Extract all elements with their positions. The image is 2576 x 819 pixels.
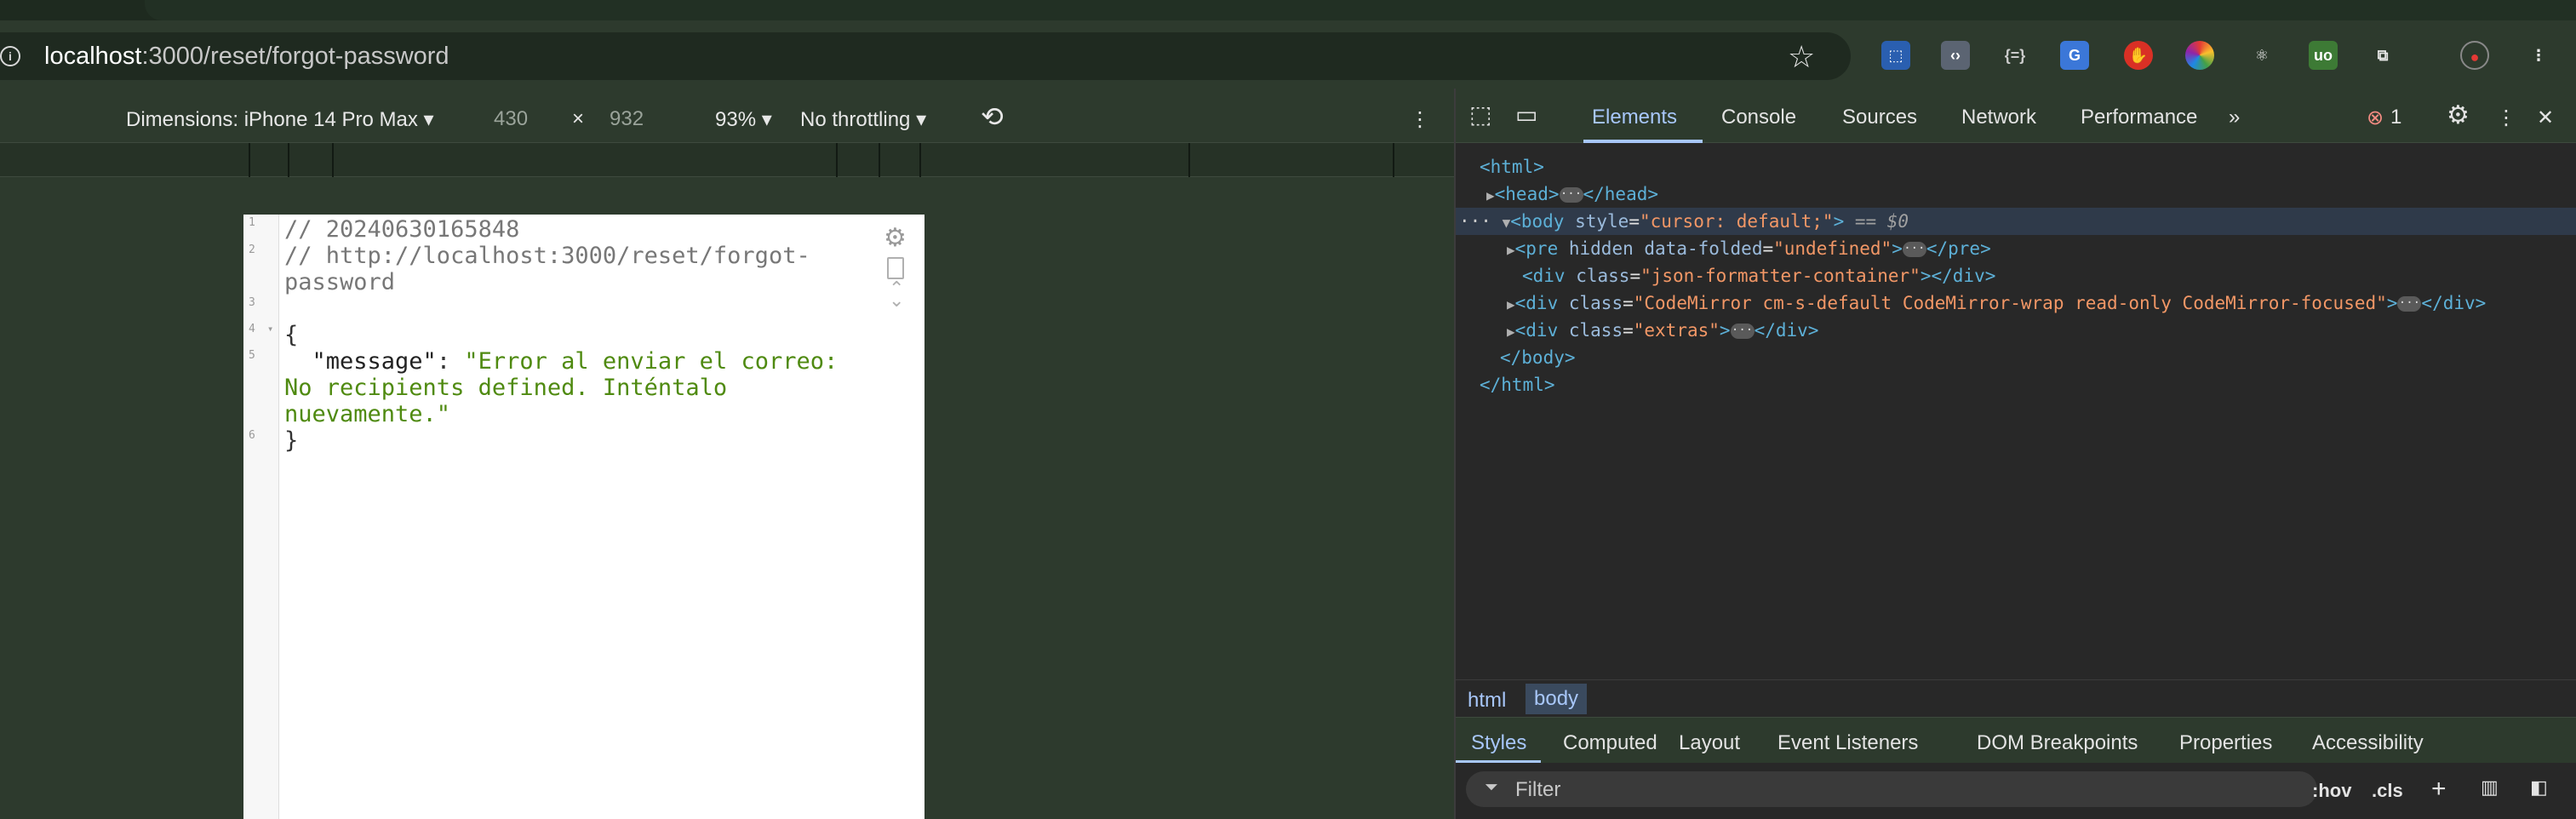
- dom-html-open[interactable]: <html>: [1480, 153, 1544, 180]
- dom-div-json-formatter[interactable]: <div class="json-formatter-container"></…: [1522, 262, 1995, 289]
- tab-accessibility[interactable]: Accessibility: [2312, 731, 2424, 755]
- dom-pre[interactable]: ▶<pre hidden data-folded="undefined">···…: [1507, 235, 1991, 262]
- settings-gear-icon[interactable]: ⚙: [2447, 100, 2470, 130]
- code-view-icon[interactable]: ‹›: [1941, 41, 1970, 70]
- bookmark-star-icon[interactable]: ☆: [1788, 39, 1815, 75]
- chrome-menu-icon[interactable]: ⋮: [2524, 41, 2553, 70]
- hov-toggle[interactable]: :hov: [2312, 780, 2351, 802]
- filter-input[interactable]: ⏷ Filter: [1466, 771, 2317, 807]
- tab-strip: [0, 0, 2576, 20]
- height-input[interactable]: 932: [610, 107, 644, 131]
- breadcrumb-body[interactable]: body: [1526, 684, 1588, 714]
- json-formatter-icon[interactable]: ⬚: [1881, 41, 1910, 70]
- dimensions-select[interactable]: Dimensions: iPhone 14 Pro Max ▾: [126, 107, 434, 132]
- code-comment-timestamp: // 20240630165848: [284, 216, 520, 243]
- tab-event-listeners[interactable]: Event Listeners: [1777, 731, 1918, 755]
- ublock-icon[interactable]: uo: [2309, 41, 2338, 70]
- code-comment-url-cont: password: [284, 269, 396, 295]
- fold-arrow-icon[interactable]: ▾: [267, 323, 273, 335]
- sidebar-toggle-icon[interactable]: ◧: [2530, 776, 2548, 799]
- color-wheel-icon[interactable]: [2185, 41, 2214, 70]
- tab-dom-breakpoints[interactable]: DOM Breakpoints: [1977, 731, 2138, 755]
- raw-view-icon[interactable]: [887, 257, 904, 279]
- dom-html-close[interactable]: </html>: [1480, 371, 1555, 398]
- styles-filter-bar: ⏷ Filter :hov .cls + ▥ ◧: [1456, 763, 2576, 819]
- device-more-icon[interactable]: ⋮: [1410, 107, 1430, 132]
- address-bar[interactable]: i localhost:3000/reset/forgot-password ☆: [0, 32, 1851, 80]
- line-gutter: 1 2 3 4 ▾ 5 6: [243, 215, 279, 819]
- json-value-cont-2: nuevamente.": [284, 401, 451, 427]
- puzzle-icon[interactable]: ⧉: [2368, 41, 2397, 70]
- profile-avatar[interactable]: ●: [2460, 41, 2489, 70]
- filter-icon: ⏷: [1485, 778, 1498, 797]
- device-toolbar: Dimensions: iPhone 14 Pro Max ▾ 430 × 93…: [0, 89, 1454, 143]
- tab-elements[interactable]: Elements: [1592, 106, 1677, 129]
- times-symbol: ×: [572, 107, 585, 130]
- sort-icon[interactable]: ⌃ ⌄: [889, 279, 904, 310]
- tab-styles[interactable]: Styles: [1471, 731, 1526, 755]
- tab-sources[interactable]: Sources: [1842, 106, 1917, 129]
- json-value-cont-1: No recipients defined. Inténtalo: [284, 375, 728, 401]
- devtools-toolbar: ⬚ ▭ Elements Console Sources Network Per…: [1456, 89, 2576, 143]
- brace-close: }: [284, 427, 299, 454]
- dom-tree: <html> ▶<head>···</head> ··· ▼<body styl…: [1456, 143, 2576, 679]
- width-input[interactable]: 430: [494, 107, 528, 131]
- settings-gear-icon[interactable]: ⚙: [884, 223, 907, 253]
- tab-layout[interactable]: Layout: [1679, 731, 1740, 755]
- throttling-select[interactable]: No throttling ▾: [800, 107, 926, 132]
- breadcrumb-html[interactable]: html: [1468, 689, 1506, 713]
- tab-computed[interactable]: Computed: [1563, 731, 1657, 755]
- dom-div-codemirror[interactable]: ▶<div class="CodeMirror cm-s-default Cod…: [1507, 289, 2486, 317]
- close-devtools-icon[interactable]: ✕: [2537, 106, 2554, 130]
- tab-console[interactable]: Console: [1721, 106, 1796, 129]
- json-message-line: "message": "Error al enviar el correo:: [312, 348, 839, 375]
- tab-properties[interactable]: Properties: [2179, 731, 2272, 755]
- device-toggle-icon[interactable]: ▭: [1515, 100, 1537, 129]
- braces-icon[interactable]: {=}: [2001, 41, 2029, 70]
- inspect-element-icon[interactable]: ⬚: [1469, 100, 1491, 129]
- site-info-icon[interactable]: i: [0, 46, 20, 66]
- dom-head[interactable]: ▶<head>···</head>: [1486, 180, 1658, 208]
- brace-open: {: [284, 322, 299, 348]
- zoom-select[interactable]: 93% ▾: [715, 107, 772, 132]
- error-count[interactable]: 1: [2390, 106, 2401, 129]
- stop-hand-icon[interactable]: ✋: [2124, 41, 2153, 70]
- dom-div-extras[interactable]: ▶<div class="extras">···</div>: [1507, 317, 1818, 344]
- code-comment-url: // http://localhost:3000/reset/forgot-: [284, 243, 810, 269]
- cls-toggle[interactable]: .cls: [2372, 780, 2403, 802]
- paint-icon[interactable]: ▥: [2481, 776, 2499, 799]
- json-viewer-page: 1 2 3 4 ▾ 5 6 // 20240630165848 // http:…: [243, 215, 924, 819]
- dom-body-close[interactable]: </body>: [1500, 344, 1576, 371]
- error-icon[interactable]: ⊗: [2367, 106, 2384, 130]
- rotate-icon[interactable]: ⟲: [981, 100, 1004, 133]
- tab-performance[interactable]: Performance: [2081, 106, 2197, 129]
- more-tabs-icon[interactable]: »: [2229, 106, 2240, 129]
- dom-body[interactable]: ··· ▼<body style="cursor: default;"> == …: [1456, 208, 2576, 235]
- media-query-ruler[interactable]: [0, 143, 1454, 177]
- new-rule-icon[interactable]: +: [2431, 775, 2447, 804]
- url-text[interactable]: localhost:3000/reset/forgot-password: [44, 43, 449, 71]
- devtools-menu-icon[interactable]: ⋮: [2496, 106, 2516, 130]
- translate-icon[interactable]: G: [2060, 41, 2089, 70]
- tab-network[interactable]: Network: [1961, 106, 2036, 129]
- breadcrumb: html body: [1456, 679, 2576, 717]
- styles-subtabs: Styles Computed Layout Event Listeners D…: [1456, 717, 2576, 764]
- devtools-panel: ⬚ ▭ Elements Console Sources Network Per…: [1454, 89, 2576, 819]
- react-icon[interactable]: ⚛: [2247, 41, 2276, 70]
